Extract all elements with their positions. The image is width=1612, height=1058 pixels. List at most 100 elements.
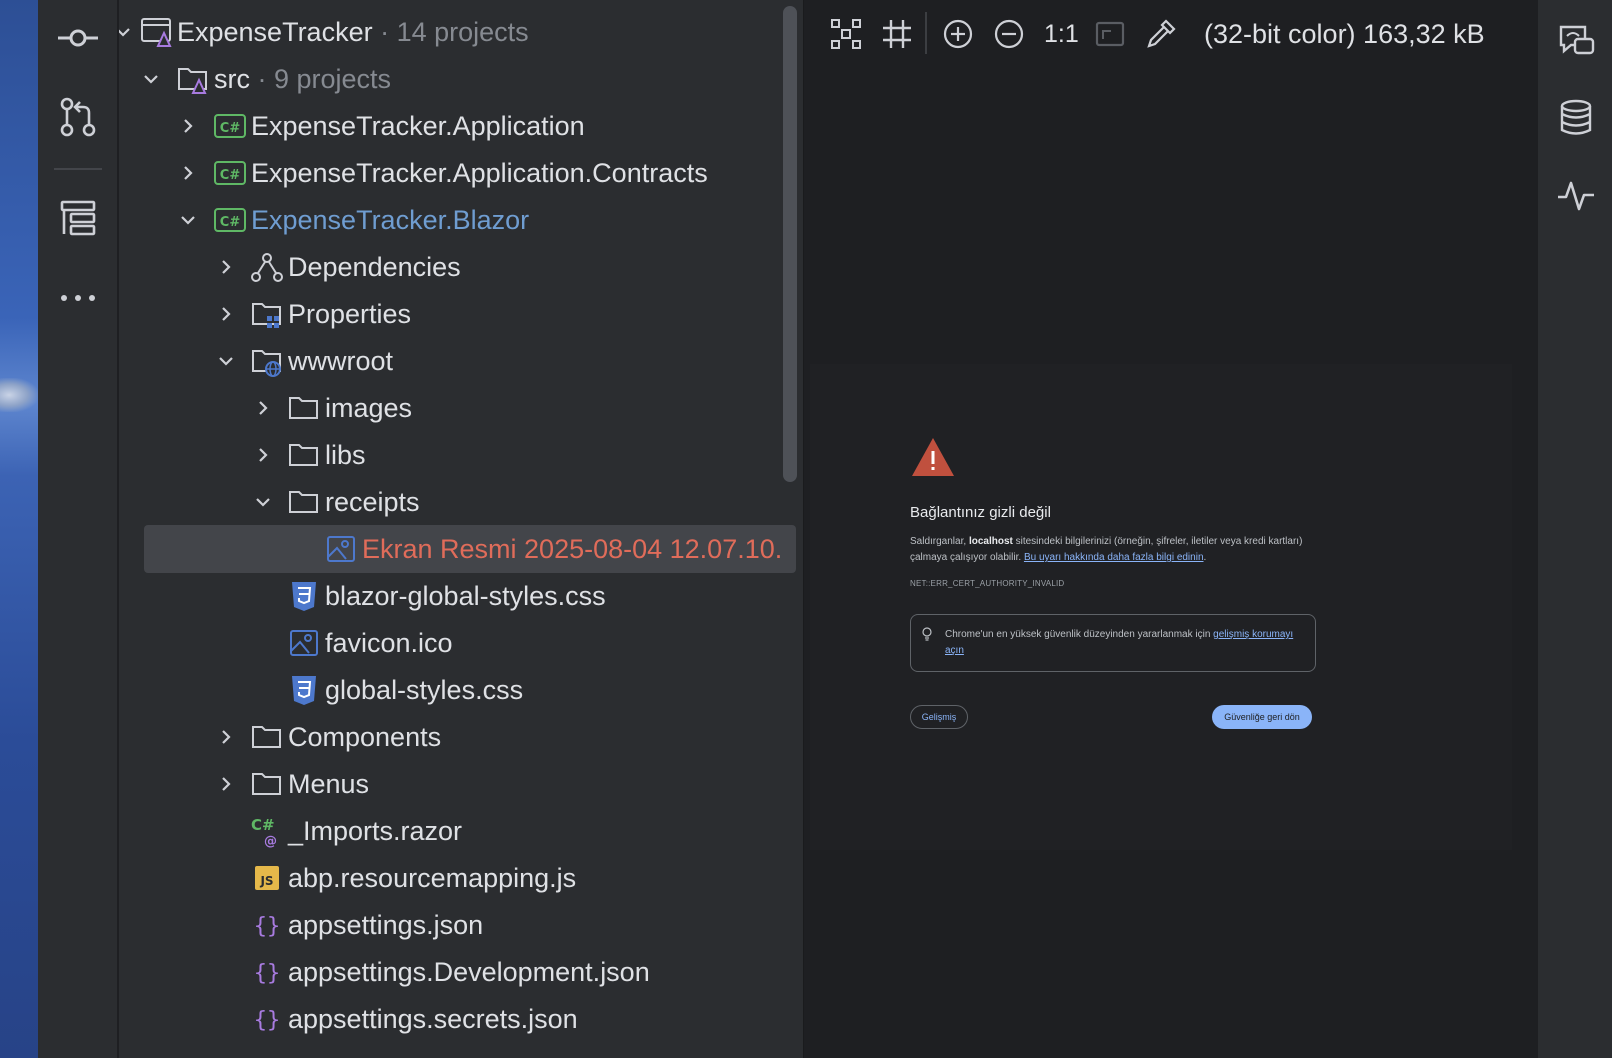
tree-row-file[interactable]: {} appsettings.json — [119, 901, 795, 949]
chevron-right-icon[interactable] — [216, 304, 236, 324]
tree-row-file[interactable]: C# @ _Imports.razor — [119, 807, 795, 855]
tree-row-wwwroot[interactable]: wwwroot — [119, 337, 795, 385]
chevron-down-icon[interactable] — [141, 69, 161, 89]
tree-row-label: Ekran Resmi 2025-08-04 12.07.10. — [362, 534, 783, 564]
learn-more-link: Bu uyarı hakkında daha fazla bilgi edini… — [1023, 552, 1204, 563]
eyedropper-icon — [1147, 19, 1176, 48]
tree-row-label: appsettings.json — [288, 910, 484, 940]
js-file-icon: JS — [250, 861, 284, 895]
chevron-right-icon[interactable] — [216, 257, 236, 277]
tree-row-file[interactable]: favicon.ico — [119, 619, 795, 667]
tree-row-label: ExpenseTracker.Application.Contracts — [251, 158, 708, 188]
solution-folder-icon — [176, 62, 210, 96]
svg-text:C#: C# — [220, 121, 241, 136]
folder-icon — [250, 767, 284, 801]
json-file-icon: {} — [250, 908, 284, 942]
pull-requests-tool-button[interactable] — [56, 95, 100, 139]
image-viewer: 1:1 (32-bit color) 163,32 kB Bağlantınız… — [803, 0, 1537, 1058]
tree-row-label: libs — [325, 440, 366, 470]
tree-row-properties[interactable]: Properties — [119, 290, 795, 338]
tree-row-label: images — [325, 393, 413, 423]
tree-row-label: ExpenseTracker.Application — [251, 111, 585, 141]
tree-row-label: Components — [288, 722, 442, 752]
tree-row-label: receipts — [325, 487, 420, 517]
tree-row-project[interactable]: C# ExpenseTracker.Application — [119, 102, 795, 150]
image-file-icon — [324, 532, 358, 566]
image-viewer-toolbar: 1:1 (32-bit color) 163,32 kB — [804, 0, 1538, 70]
chevron-right-icon[interactable] — [178, 116, 198, 136]
fit-window-button[interactable] — [1090, 14, 1130, 54]
color-picker-button[interactable] — [1141, 14, 1181, 54]
fit-window-icon — [1095, 21, 1125, 47]
more-icon — [61, 295, 95, 301]
toolbar-separator — [925, 12, 927, 54]
tree-row-file[interactable]: JS abp.resourcemapping.js — [119, 854, 795, 902]
tree-row-project[interactable]: C# ExpenseTracker.Application.Contracts — [119, 149, 795, 197]
tree-row-file[interactable]: {} appsettings.secrets.json — [119, 995, 795, 1043]
csharp-project-icon: C# — [213, 109, 247, 143]
tree-row-label: appsettings.Development.json — [288, 957, 650, 987]
project-tree[interactable]: ExpenseTracker · 14 projects src · 9 pro… — [119, 0, 803, 1058]
commit-icon — [58, 29, 98, 47]
error-description: Saldırganlar, localhost sitesindeki bilg… — [910, 536, 1303, 563]
svg-text:@: @ — [264, 834, 277, 848]
structure-icon — [60, 200, 96, 236]
tree-scrollbar[interactable] — [783, 6, 797, 482]
tree-row-solution[interactable]: ExpenseTracker · 14 projects — [119, 8, 795, 56]
properties-folder-icon — [250, 297, 284, 331]
chevron-down-icon[interactable] — [178, 210, 198, 230]
database-button[interactable] — [1554, 96, 1598, 140]
chevron-down-icon[interactable] — [119, 22, 133, 42]
tree-row-label: src · 9 projects — [214, 64, 392, 94]
svg-text:JS: JS — [259, 874, 273, 888]
right-tool-window-bar — [1537, 0, 1612, 1058]
ai-chat-icon — [1559, 25, 1595, 55]
commit-tool-button[interactable] — [56, 16, 100, 60]
advanced-button: Gelişmiş — [910, 705, 968, 729]
css-file-icon — [287, 579, 321, 613]
tree-row-file[interactable]: global-styles.css — [119, 666, 795, 714]
csharp-project-icon: C# — [213, 203, 247, 237]
chevron-right-icon[interactable] — [216, 727, 236, 747]
solution-icon — [140, 15, 174, 49]
tree-row-folder[interactable]: Components — [119, 713, 795, 761]
tree-row-label: abp.resourcemapping.js — [288, 863, 577, 893]
pull-request-icon — [60, 97, 96, 137]
tree-row-dependencies[interactable]: Dependencies — [119, 243, 795, 291]
json-file-icon: {} — [250, 1002, 284, 1036]
svg-text:C#: C# — [220, 168, 241, 183]
tree-row-folder[interactable]: Menus — [119, 760, 795, 808]
fit-zoom-button[interactable] — [826, 14, 866, 54]
ai-assistant-button[interactable] — [1554, 18, 1598, 62]
tree-row-folder[interactable]: libs — [119, 431, 795, 479]
grid-button[interactable] — [877, 14, 917, 54]
tree-row-project-blazor[interactable]: C# ExpenseTracker.Blazor — [119, 196, 795, 244]
more-tools-button[interactable] — [56, 276, 100, 320]
tree-row-label: Properties — [288, 299, 412, 329]
tree-row-src[interactable]: src · 9 projects — [119, 55, 795, 103]
chevron-right-icon[interactable] — [253, 445, 273, 465]
zoom-out-button[interactable] — [989, 14, 1029, 54]
structure-tool-button[interactable] — [56, 196, 100, 240]
zoom-in-button[interactable] — [938, 14, 978, 54]
profiler-button[interactable] — [1554, 174, 1598, 218]
tree-row-selected-image[interactable]: Ekran Resmi 2025-08-04 12.07.10. — [144, 525, 796, 573]
tree-row-folder[interactable]: images — [119, 384, 795, 432]
chevron-right-icon[interactable] — [253, 398, 273, 418]
tree-row-label: ExpenseTracker · 14 projects — [177, 17, 529, 47]
grid-icon — [883, 20, 911, 48]
tree-row-file[interactable]: blazor-global-styles.css — [119, 572, 795, 620]
chevron-right-icon[interactable] — [178, 163, 198, 183]
chevron-down-icon[interactable] — [216, 351, 236, 371]
chevron-right-icon[interactable] — [216, 774, 236, 794]
lightbulb-icon — [921, 627, 933, 641]
desktop-background — [0, 0, 38, 1058]
tree-row-label: _Imports.razor — [288, 816, 463, 846]
folder-icon — [287, 485, 321, 519]
tree-row-file[interactable]: {} appsettings.Development.json — [119, 948, 795, 996]
chevron-down-icon[interactable] — [253, 492, 273, 512]
tree-row-folder-receipts[interactable]: receipts — [119, 478, 795, 526]
svg-text:{}: {} — [254, 1008, 281, 1033]
actual-size-button[interactable]: 1:1 — [1044, 14, 1079, 54]
svg-text:C#: C# — [220, 215, 241, 230]
